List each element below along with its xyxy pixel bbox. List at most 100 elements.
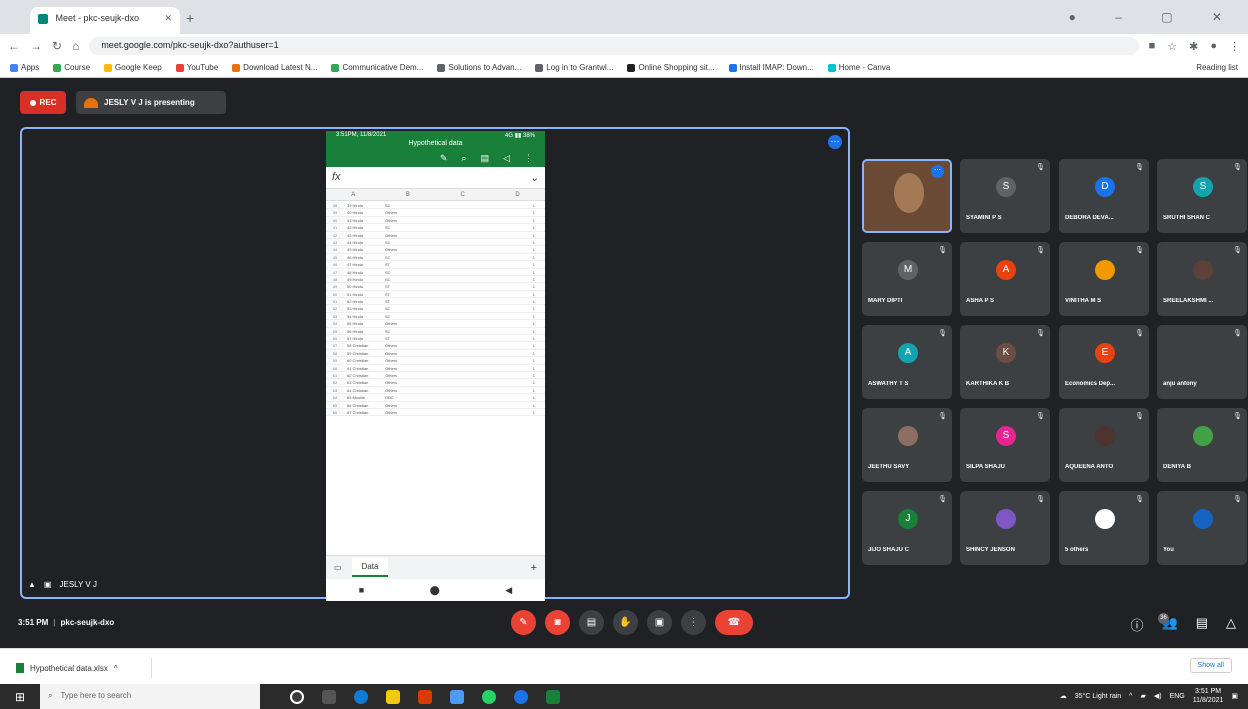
bookmark-item[interactable]: Install IMAP: Down...: [728, 63, 814, 72]
participant-tile[interactable]: 🎙 J JIJO SHAJU C: [862, 491, 952, 565]
participant-tile[interactable]: ⋯: [862, 159, 952, 233]
sheet-cell: SC: [385, 328, 391, 334]
leave-call-button[interactable]: ☎: [715, 610, 753, 635]
present-now-button[interactable]: ▣: [647, 610, 672, 635]
avatar: S: [996, 177, 1016, 197]
task-view-icon[interactable]: [322, 689, 336, 704]
sheet-cell: 50: [326, 290, 344, 298]
menu-dots-icon[interactable]: ⋮: [1229, 40, 1240, 53]
download-item[interactable]: Hypothetical data.xlsx ^: [12, 658, 152, 678]
captions-button[interactable]: ▤: [579, 610, 604, 635]
bookmark-icon: [232, 63, 241, 72]
edge-icon[interactable]: [354, 689, 368, 704]
browser-tab-meet[interactable]: Meet - pkc-seujk-dxo ✕: [30, 7, 180, 34]
weather-icon[interactable]: ☁: [1060, 692, 1067, 700]
participant-tile[interactable]: 🎙 anju antony: [1157, 325, 1247, 399]
participant-tile[interactable]: 🎙 A ASHA P S: [960, 242, 1050, 316]
participant-tile[interactable]: 🎙 AQUEENA ANTO: [1059, 408, 1149, 482]
bookmark-item[interactable]: Download Latest N...: [232, 63, 317, 72]
star-icon[interactable]: ☆: [1167, 40, 1177, 53]
bookmark-item[interactable]: Google Keep: [104, 63, 162, 72]
participant-tile[interactable]: 🎙 You: [1157, 491, 1247, 565]
mic-muted-icon: 🎙: [938, 496, 947, 503]
tile-options-icon[interactable]: ⋯: [931, 165, 944, 178]
network-icon[interactable]: ▰: [1140, 692, 1145, 700]
window-controls[interactable]: ● – ▢ ✕: [1069, 10, 1240, 24]
participant-tile[interactable]: 🎙 SREELAKSHMI ...: [1157, 242, 1247, 316]
office-icon[interactable]: [418, 689, 432, 704]
reload-icon[interactable]: ↻: [52, 39, 62, 53]
participant-tile[interactable]: 🎙 E Economics Dep...: [1059, 325, 1149, 399]
participant-tile[interactable]: 🎙 S SRUTHI SHAN C: [1157, 159, 1247, 233]
mic-muted-icon: 🎙: [1135, 496, 1144, 503]
sheet-cell: OBC: [385, 395, 394, 401]
avatar: [996, 509, 1016, 529]
bookmark-item[interactable]: YouTube: [175, 63, 218, 72]
camera-off-button[interactable]: ◙: [545, 610, 570, 635]
activities-icon[interactable]: △: [1226, 615, 1236, 634]
sheet-cell: 64: [326, 394, 344, 401]
back-icon[interactable]: ←: [8, 39, 20, 53]
home-icon[interactable]: ⌂: [72, 39, 79, 53]
more-options-button[interactable]: ⋮: [681, 610, 706, 635]
close-tab-icon[interactable]: ✕: [164, 13, 172, 24]
sheet-cell: SC: [385, 225, 391, 231]
participant-tile[interactable]: 🎙 D DEBORA DEVA...: [1059, 159, 1149, 233]
bookmark-item[interactable]: Solutions to Advan...: [437, 63, 521, 72]
participant-tile[interactable]: 🎙 JEETHU SAVY: [862, 408, 952, 482]
participant-tile[interactable]: 🎙 S SILPA SHAJU: [960, 408, 1050, 482]
bookmark-item[interactable]: Apps: [10, 63, 39, 72]
file-explorer-icon[interactable]: [386, 689, 400, 704]
sheet-cell: 1: [532, 210, 535, 216]
windows-start-icon[interactable]: ⊞: [0, 690, 40, 704]
participant-tile[interactable]: 🎙 SHINCY JENSON: [960, 491, 1050, 565]
participant-tile[interactable]: 🎙 M MARY DIPTI: [862, 242, 952, 316]
chrome-icon[interactable]: [514, 689, 528, 704]
sheet-cell: 58: [326, 349, 344, 357]
participant-tile[interactable]: 🎙 K KARTHIKA K B: [960, 325, 1050, 399]
mic-off-button[interactable]: ✎: [511, 610, 536, 635]
more-options-icon[interactable]: ⋯: [828, 135, 842, 149]
bookmark-item[interactable]: Communicative Dem...: [331, 63, 423, 72]
participant-tile[interactable]: 🎙 VINITHA M S: [1059, 242, 1149, 316]
cortana-icon[interactable]: [290, 689, 304, 704]
sheet-cell: 50 Hindu: [347, 284, 364, 290]
sheet-cell: 45 Hindu: [347, 247, 364, 253]
new-tab-button[interactable]: +: [186, 10, 194, 26]
participant-tile[interactable]: 🎙 DENIYA B: [1157, 408, 1247, 482]
raise-hand-button[interactable]: ✋: [613, 610, 638, 635]
volume-icon[interactable]: ◀): [1154, 692, 1162, 700]
participant-name: 5 others: [1065, 547, 1089, 553]
bookmark-item[interactable]: Course: [53, 63, 90, 72]
extensions-icon[interactable]: ✱: [1189, 40, 1198, 53]
participant-tile[interactable]: 🎙 S SYAMINI P S: [960, 159, 1050, 233]
notifications-icon[interactable]: ▣: [1231, 692, 1238, 700]
meeting-info-icon[interactable]: ⓘ: [1131, 615, 1144, 634]
camera-icon[interactable]: ■: [1149, 40, 1156, 53]
store-icon[interactable]: [450, 689, 464, 704]
presentation-stage[interactable]: ⋯ 3:51PM, 11/8/2021 4G ▮▮ 38% Hypothetic…: [20, 127, 850, 601]
reading-list-button[interactable]: Reading list: [1196, 63, 1238, 72]
chat-icon[interactable]: ▤: [1196, 615, 1208, 634]
taskbar-search[interactable]: ⌕ Type here to search: [40, 684, 260, 709]
presenting-banner[interactable]: JESLY V J is presenting: [76, 91, 226, 114]
windows-taskbar: ⊞ ⌕ Type here to search ☁ 35°C Light rai…: [0, 684, 1248, 709]
show-all-button[interactable]: Show all: [1189, 658, 1232, 673]
mic-muted-icon: 🎙: [1135, 247, 1144, 254]
chevron-up-icon[interactable]: ^: [114, 664, 118, 673]
meet-app: REC JESLY V J is presenting ⋯ 3:51PM, 11…: [0, 78, 1248, 648]
participant-tile[interactable]: 🎙 5 others: [1059, 491, 1149, 565]
bookmark-item[interactable]: Log in to Grantwl...: [535, 63, 613, 72]
pin-icon[interactable]: ▲: [28, 580, 36, 589]
recording-indicator[interactable]: REC: [20, 91, 66, 114]
bookmark-item[interactable]: Home - Canva: [827, 63, 890, 72]
participant-tile[interactable]: 🎙 A ASWATHY T S: [862, 325, 952, 399]
excel-icon[interactable]: [546, 689, 560, 704]
forward-icon[interactable]: →: [30, 39, 42, 53]
clock[interactable]: 3:51 PM 11/8/2021: [1193, 687, 1224, 705]
whatsapp-icon[interactable]: [482, 689, 496, 704]
tray-arrow-icon[interactable]: ^: [1129, 693, 1132, 700]
profile-avatar[interactable]: ●: [1210, 40, 1217, 53]
bookmark-item[interactable]: Online Shopping sit...: [627, 63, 715, 72]
url-field[interactable]: meet.google.com/pkc-seujk-dxo?authuser=1: [89, 37, 1139, 55]
